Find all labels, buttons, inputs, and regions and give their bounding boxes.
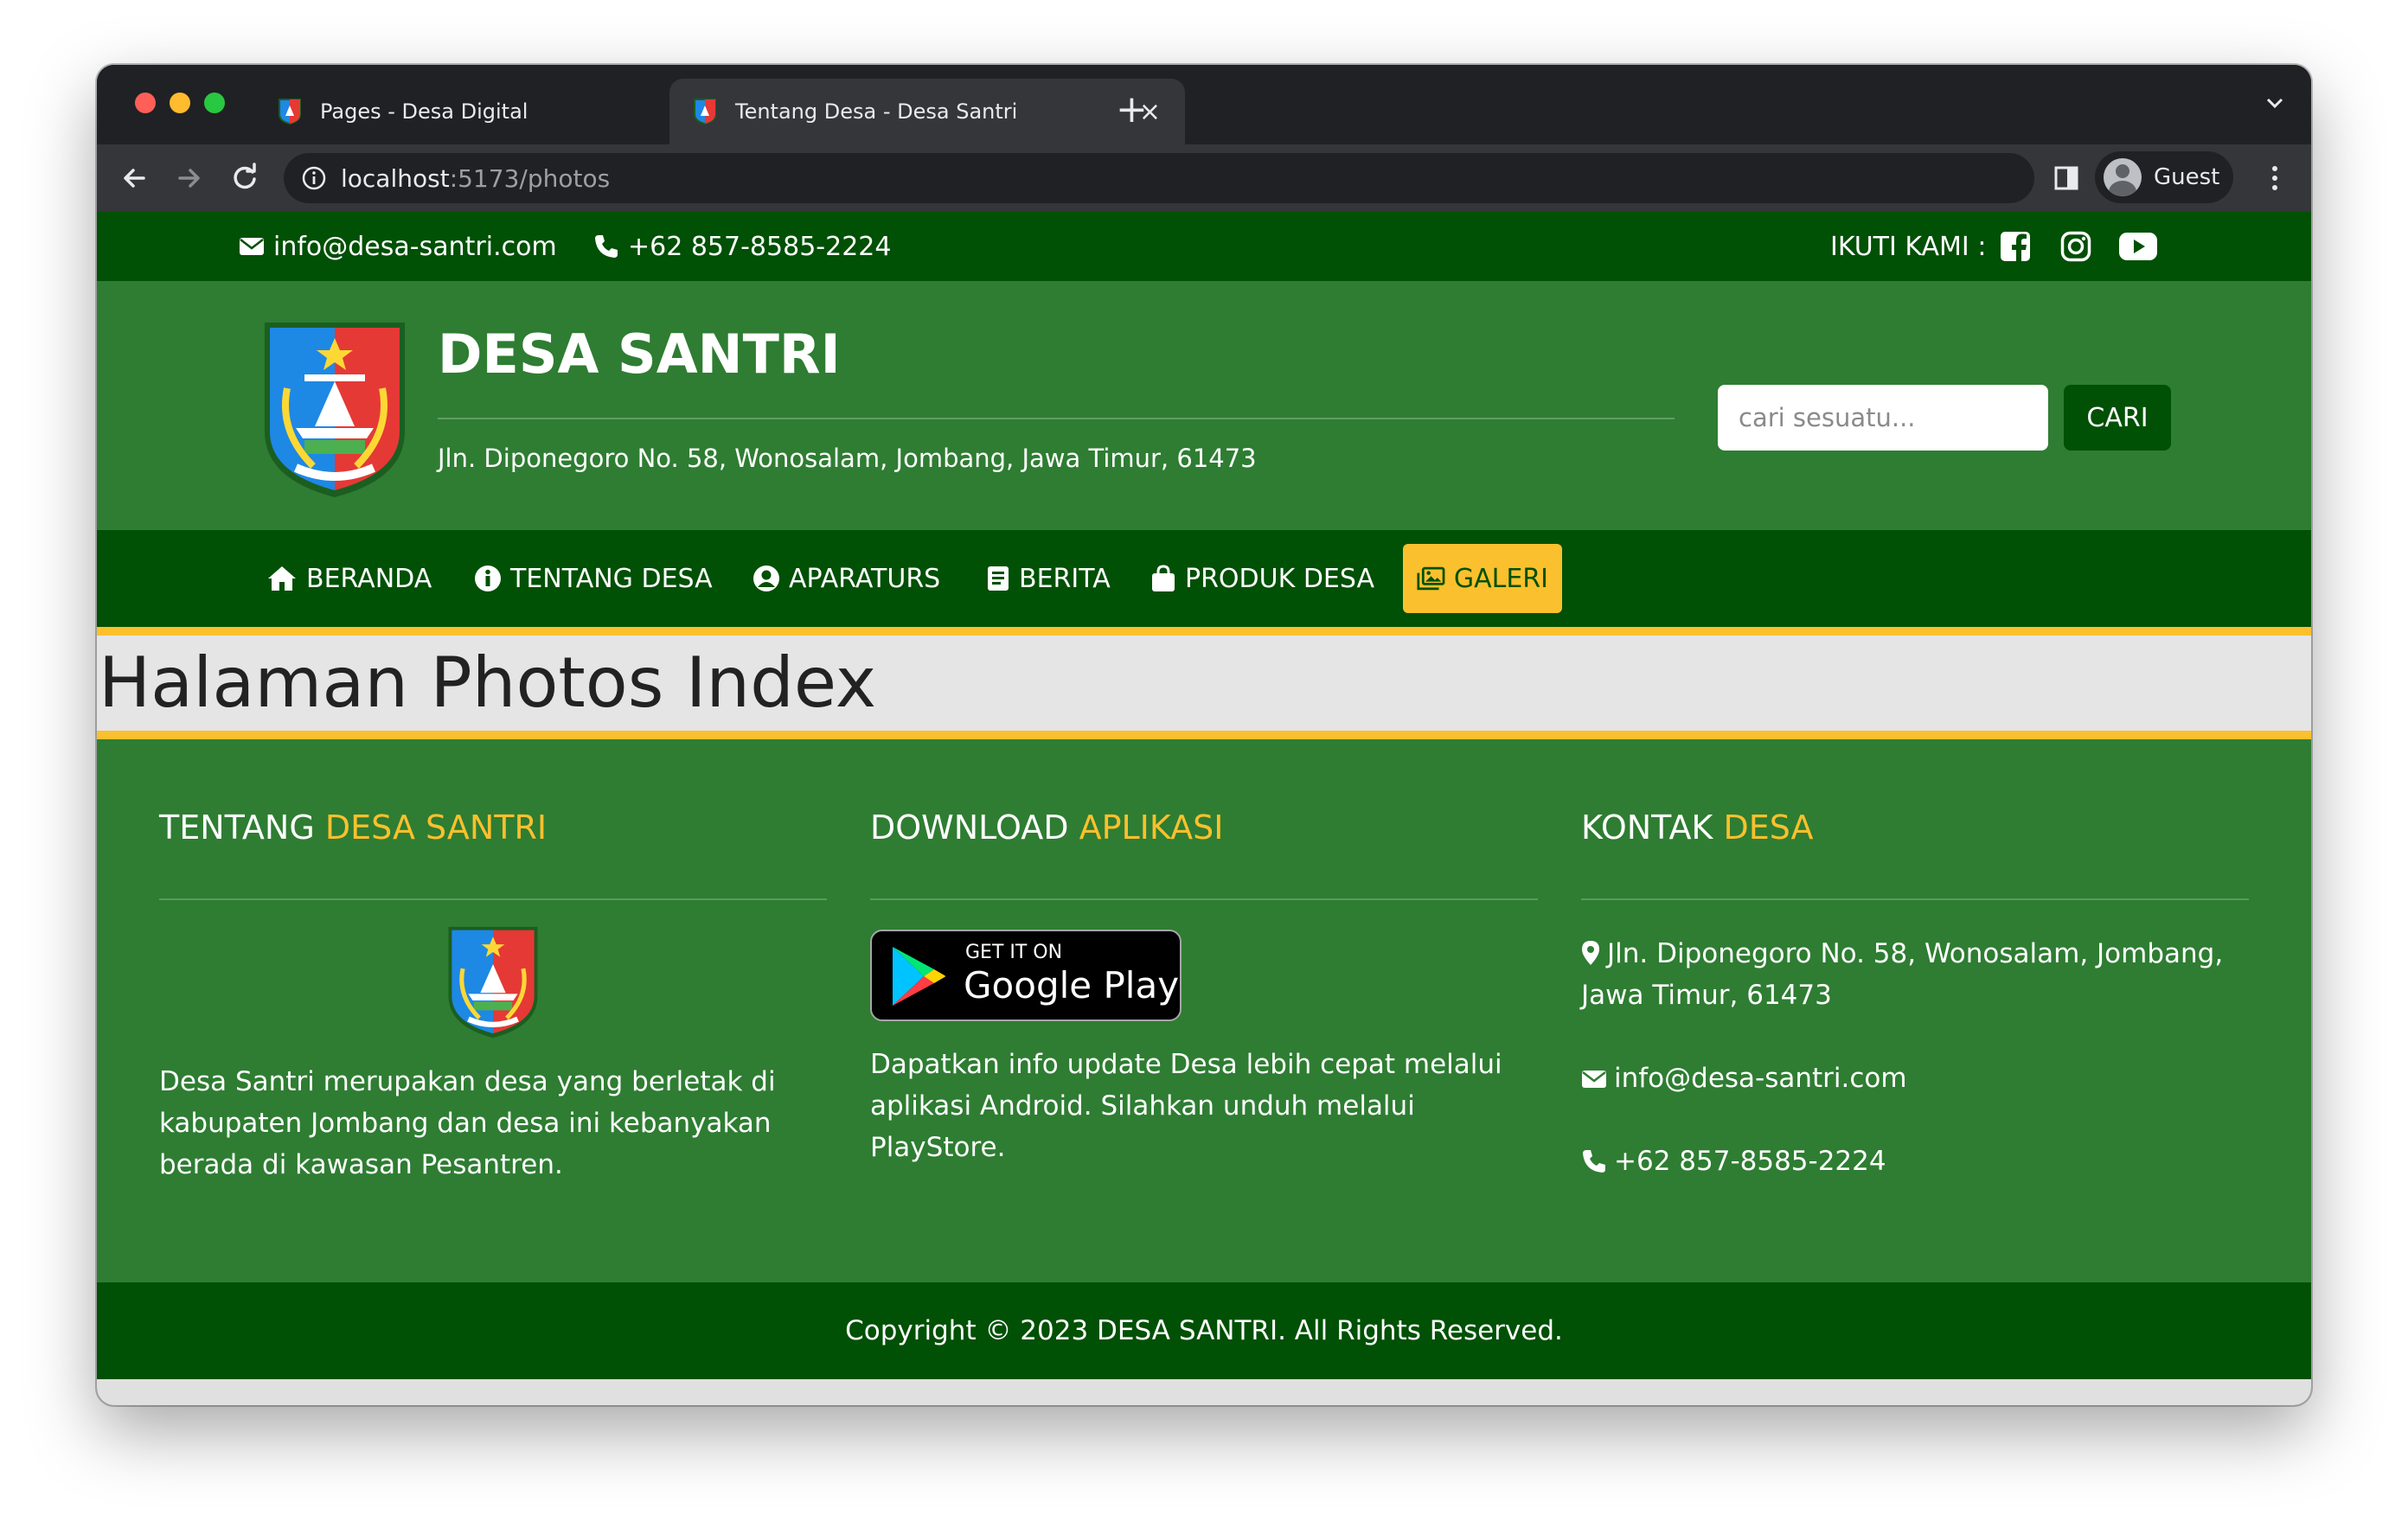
badge-small-text: GET IT ON bbox=[965, 942, 1063, 963]
top-contact-bar: info@desa-santri.com +62 857-8585-2224 I… bbox=[97, 212, 2311, 281]
new-tab-icon[interactable]: + bbox=[1116, 91, 1148, 129]
map-marker-icon bbox=[1582, 941, 1599, 965]
more-menu-icon[interactable] bbox=[2270, 163, 2280, 193]
google-play-icon bbox=[893, 947, 945, 1006]
forward-arrow-icon[interactable] bbox=[171, 160, 208, 196]
nav-label: BERANDA bbox=[306, 563, 432, 594]
nav-label: GALERI bbox=[1453, 563, 1548, 594]
jombang-crest-logo[interactable] bbox=[261, 319, 408, 501]
url-host: localhost bbox=[341, 163, 450, 193]
footer-contact-email[interactable]: info@desa-santri.com bbox=[1581, 1058, 1907, 1099]
footer-download-text: Dapatkan info update Desa lebih cepat me… bbox=[870, 1049, 1502, 1163]
youtube-icon[interactable] bbox=[2119, 233, 2157, 260]
nav-item-produk-desa[interactable]: PRODUK DESA bbox=[1150, 544, 1374, 613]
back-arrow-icon[interactable] bbox=[116, 160, 152, 196]
search-button[interactable]: CARI bbox=[2064, 385, 2171, 451]
footer-contact-address: Jln. Diponegoro No. 58, Wonosalam, Jomba… bbox=[1581, 938, 2224, 1011]
nav-item-aparaturs[interactable]: APARATURS bbox=[752, 544, 940, 613]
browser-toolbar: localhost:5173/photos Guest bbox=[97, 144, 2311, 212]
tab-title: Pages - Desa Digital bbox=[320, 99, 528, 124]
close-window-button[interactable] bbox=[135, 93, 156, 113]
site-name: DESA SANTRI bbox=[438, 323, 841, 386]
nav-item-galeri[interactable]: GALERI bbox=[1403, 544, 1562, 613]
follow-label: IKUTI KAMI : bbox=[1830, 231, 1987, 262]
nav-label: BERITA bbox=[1019, 563, 1111, 594]
jombang-crest-logo bbox=[448, 926, 538, 1039]
topbar-email[interactable]: info@desa-santri.com bbox=[239, 212, 557, 281]
profile-name: Guest bbox=[2154, 164, 2220, 190]
chevron-down-icon[interactable] bbox=[2263, 91, 2287, 115]
nav-label: TENTANG DESA bbox=[510, 563, 713, 594]
footer-contact: KONTAK DESA Jln. Diponegoro No. 58, Wono… bbox=[1581, 809, 2249, 1224]
user-circle-icon bbox=[753, 566, 779, 591]
nav-label: PRODUK DESA bbox=[1185, 563, 1374, 594]
nav-item-tentang-desa[interactable]: TENTANG DESA bbox=[474, 544, 713, 613]
footer-about-heading: TENTANG DESA SANTRI bbox=[159, 809, 548, 847]
header-address: Jln. Diponegoro No. 58, Wonosalam, Jomba… bbox=[438, 444, 1257, 473]
shopping-bag-icon bbox=[1152, 565, 1175, 591]
footer-download: DOWNLOAD APLIKASI GET IT ON Google Play … bbox=[870, 809, 1538, 1224]
nav-item-berita[interactable]: BERITA bbox=[986, 544, 1111, 613]
topbar-phone[interactable]: +62 857-8585-2224 bbox=[593, 212, 891, 281]
envelope-icon bbox=[240, 238, 264, 255]
maximize-window-button[interactable] bbox=[204, 93, 225, 113]
nav-item-beranda[interactable]: BERANDA bbox=[266, 544, 432, 613]
url-path: :5173/photos bbox=[449, 163, 611, 193]
page-title: Halaman Photos Index bbox=[99, 642, 877, 723]
address-bar[interactable]: localhost:5173/photos bbox=[284, 153, 2034, 203]
page-bottom-strip bbox=[97, 1379, 2311, 1405]
tab-tentang-desa[interactable]: Tentang Desa - Desa Santri × bbox=[669, 79, 1185, 144]
phone-icon bbox=[595, 235, 618, 258]
main-nav: BERANDA TENTANG DESA APARATURS BERITA PR… bbox=[97, 530, 2311, 627]
divider bbox=[870, 898, 1538, 900]
tab-strip: Pages - Desa Digital × Tentang Desa - De… bbox=[97, 65, 2311, 144]
footer-about: TENTANG DESA SANTRI Desa Santri merupaka… bbox=[159, 809, 827, 1224]
crest-favicon-icon bbox=[279, 99, 301, 125]
newspaper-icon bbox=[988, 566, 1009, 591]
footer-contact-phone[interactable]: +62 857-8585-2224 bbox=[1581, 1141, 1886, 1182]
web-page: info@desa-santri.com +62 857-8585-2224 I… bbox=[97, 212, 2311, 1405]
badge-big-text: Google Play bbox=[964, 964, 1180, 1007]
site-header: DESA SANTRI Jln. Diponegoro No. 58, Wono… bbox=[97, 281, 2311, 530]
crest-favicon-icon bbox=[694, 99, 716, 125]
divider bbox=[159, 898, 827, 900]
minimize-window-button[interactable] bbox=[170, 93, 190, 113]
google-play-badge[interactable]: GET IT ON Google Play bbox=[870, 930, 1182, 1021]
footer-contact-heading: KONTAK DESA bbox=[1581, 809, 1814, 847]
divider bbox=[1581, 898, 2249, 900]
reload-icon[interactable] bbox=[227, 160, 263, 196]
tab-title: Tentang Desa - Desa Santri bbox=[735, 99, 1018, 124]
copyright-bar: Copyright © 2023 DESA SANTRI. All Rights… bbox=[97, 1282, 2311, 1379]
header-divider bbox=[438, 418, 1675, 419]
page-title-banner: Halaman Photos Index bbox=[97, 627, 2311, 739]
browser-window: Pages - Desa Digital × Tentang Desa - De… bbox=[97, 65, 2311, 1405]
profile-button[interactable]: Guest bbox=[2095, 151, 2233, 203]
site-footer: TENTANG DESA SANTRI Desa Santri merupaka… bbox=[97, 739, 2311, 1282]
footer-download-heading: DOWNLOAD APLIKASI bbox=[870, 809, 1224, 847]
side-panel-icon[interactable] bbox=[2053, 165, 2079, 191]
topbar-phone-text: +62 857-8585-2224 bbox=[628, 231, 892, 262]
images-icon bbox=[1417, 566, 1445, 591]
home-icon bbox=[268, 566, 296, 591]
info-icon bbox=[475, 566, 501, 591]
avatar-icon bbox=[2104, 158, 2142, 196]
facebook-icon[interactable] bbox=[2000, 231, 2031, 262]
footer-about-text: Desa Santri merupakan desa yang berletak… bbox=[159, 1066, 776, 1180]
topbar-email-text: info@desa-santri.com bbox=[273, 231, 557, 262]
nav-label: APARATURS bbox=[789, 563, 941, 594]
instagram-icon[interactable] bbox=[2060, 231, 2091, 262]
site-info-icon[interactable] bbox=[301, 165, 327, 191]
envelope-icon bbox=[1582, 1071, 1606, 1088]
phone-icon bbox=[1583, 1150, 1605, 1173]
search-input[interactable] bbox=[1718, 385, 2048, 451]
copyright-text: Copyright © 2023 DESA SANTRI. All Rights… bbox=[845, 1315, 1563, 1346]
